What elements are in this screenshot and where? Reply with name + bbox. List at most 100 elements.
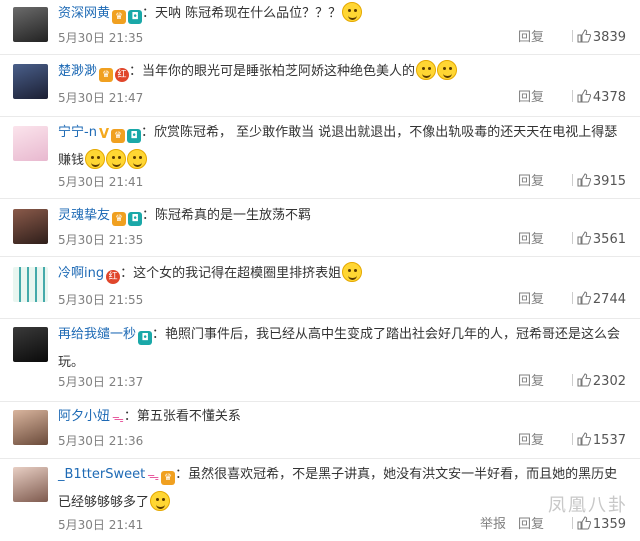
divider <box>571 517 573 529</box>
comment-text: 当年你的眼光可是睡张柏芝阿娇这种绝色美人的 <box>142 64 416 79</box>
butterfly-badge-icon: ᯓ <box>147 469 160 483</box>
colon: ： <box>152 327 166 342</box>
cat-emoji-icon <box>342 262 363 282</box>
colon: ： <box>141 125 155 140</box>
like-count: 1537 <box>592 433 626 448</box>
crown-badge-icon: ♛ <box>111 129 125 143</box>
username[interactable]: 再给我缱一秒 <box>58 327 136 342</box>
username[interactable]: 冷啊ing <box>58 266 104 281</box>
thumbs-up-icon <box>577 516 591 530</box>
thumbs-up-icon <box>577 29 591 43</box>
like-button[interactable]: 3839 <box>568 28 626 48</box>
reply-link[interactable]: 回复 <box>518 28 544 48</box>
colon: ： <box>120 266 134 281</box>
colon: ： <box>129 64 143 79</box>
timestamp: 5月30日 21:36 <box>58 434 144 448</box>
like-button[interactable]: 1537 <box>568 431 626 451</box>
avatar[interactable] <box>13 64 48 99</box>
comment-item: 再给我缱一秒 ◘ ：艳照门事件后，我已经从高中生变成了踏出社会好几年的人，冠希哥还是… <box>0 319 640 402</box>
report-link[interactable]: 举报 <box>480 515 506 535</box>
divider <box>571 30 573 42</box>
username[interactable]: 资深网黄 <box>58 6 110 21</box>
sweat-emoji-icon <box>150 491 171 511</box>
like-button[interactable]: 1359 <box>568 515 626 535</box>
verified-v-icon: V <box>98 127 109 142</box>
colon: ： <box>142 6 156 21</box>
reply-link[interactable]: 回复 <box>518 372 544 392</box>
colon: ： <box>142 208 156 223</box>
like-count: 2302 <box>592 374 626 389</box>
timestamp: 5月30日 21:47 <box>58 91 144 105</box>
comment-item: _B1tterSweet ᯓ ♛ ：虽然很喜欢冠希，不是黑子讲真，她没有洪文安一半好看… <box>0 459 640 541</box>
reply-link[interactable]: 回复 <box>518 290 544 310</box>
comment-item: 楚渺渺 ♛ 红：当年你的眼光可是睡张柏芝阿娇这种绝色美人的 5月30日 21:47 … <box>0 55 640 117</box>
like-button[interactable]: 3561 <box>568 230 626 250</box>
like-count: 3561 <box>592 232 626 247</box>
divider <box>571 433 573 445</box>
avatar[interactable] <box>13 7 48 42</box>
camera-badge-icon: ◘ <box>138 331 153 345</box>
reply-link[interactable]: 回复 <box>518 172 544 192</box>
thinking-emoji-icon <box>342 2 363 22</box>
avatar[interactable] <box>13 267 48 302</box>
timestamp: 5月30日 21:35 <box>58 233 144 247</box>
like-button[interactable]: 3915 <box>568 172 626 192</box>
comment-item: 冷啊ing 红：这个女的我记得在超模圈里排挤表姐 5月30日 21:55 回复 2… <box>0 257 640 319</box>
camera-badge-icon: ◘ <box>127 129 141 143</box>
thinking-emoji-icon <box>437 60 458 80</box>
thumbs-up-icon <box>577 231 591 245</box>
avatar[interactable] <box>13 327 48 362</box>
smile-emoji-icon <box>127 149 148 169</box>
reply-link[interactable]: 回复 <box>518 515 544 535</box>
username[interactable]: 楚渺渺 <box>58 64 97 79</box>
comment-text: 陈冠希真的是一生放荡不羁 <box>155 208 312 223</box>
like-button[interactable]: 2302 <box>568 372 626 392</box>
divider <box>571 90 573 102</box>
red-badge-icon: 红 <box>115 68 130 82</box>
camera-badge-icon: ◘ <box>128 212 143 226</box>
like-count: 1359 <box>592 517 626 532</box>
thumbs-up-icon <box>577 89 591 103</box>
timestamp: 5月30日 21:55 <box>58 293 144 307</box>
comment-item: 灵魂挚友 ♛ ◘ ：陈冠希真的是一生放荡不羁 5月30日 21:35 回复 3561 <box>0 199 640 257</box>
smile-emoji-icon <box>85 149 106 169</box>
avatar[interactable] <box>13 126 48 161</box>
thumbs-up-icon <box>577 432 591 446</box>
crown-badge-icon: ♛ <box>161 471 176 485</box>
comment-item: 阿夕小妞 ᯓ：第五张看不懂关系 5月30日 21:36 回复 1537 <box>0 402 640 459</box>
camera-badge-icon: ◘ <box>128 10 143 24</box>
like-count: 2744 <box>592 292 626 307</box>
reply-link[interactable]: 回复 <box>518 431 544 451</box>
timestamp: 5月30日 21:37 <box>58 375 144 389</box>
like-button[interactable]: 4378 <box>568 88 626 108</box>
crown-badge-icon: ♛ <box>112 10 127 24</box>
username[interactable]: 阿夕小妞 <box>58 409 110 424</box>
thumbs-up-icon <box>577 373 591 387</box>
thumbs-up-icon <box>577 291 591 305</box>
thumbs-up-icon <box>577 173 591 187</box>
comment-text: 这个女的我记得在超模圈里排挤表姐 <box>133 266 342 281</box>
watermark: 凤凰八卦 <box>548 495 628 516</box>
username[interactable]: 宁宁-n <box>58 125 97 140</box>
reply-link[interactable]: 回复 <box>518 230 544 250</box>
comment-item: 宁宁-n V ♛ ◘ ：欣赏陈冠希， 至少敢作敢当 说退出就退出，不像出轨吸毒的还天天在… <box>0 117 640 199</box>
divider <box>571 374 573 386</box>
username[interactable]: _B1tterSweet <box>58 467 145 482</box>
avatar[interactable] <box>13 209 48 244</box>
avatar[interactable] <box>13 467 48 502</box>
red-badge-icon: 红 <box>106 270 121 284</box>
colon: ： <box>175 467 189 482</box>
like-count: 4378 <box>592 90 626 105</box>
username[interactable]: 灵魂挚友 <box>58 208 110 223</box>
crown-badge-icon: ♛ <box>112 212 127 226</box>
divider <box>571 292 573 304</box>
reply-link[interactable]: 回复 <box>518 88 544 108</box>
like-count: 3839 <box>592 30 626 45</box>
like-button[interactable]: 2744 <box>568 290 626 310</box>
comment-text: 天呐 陈冠希现在什么品位？？？ <box>155 6 342 21</box>
butterfly-badge-icon: ᯓ <box>112 411 124 425</box>
comment-item: 资深网黄 ♛ ◘ ：天呐 陈冠希现在什么品位？？？ 5月30日 21:35 回复 38… <box>0 0 640 55</box>
smile-emoji-icon <box>106 149 127 169</box>
thinking-emoji-icon <box>416 60 437 80</box>
avatar[interactable] <box>13 410 48 445</box>
